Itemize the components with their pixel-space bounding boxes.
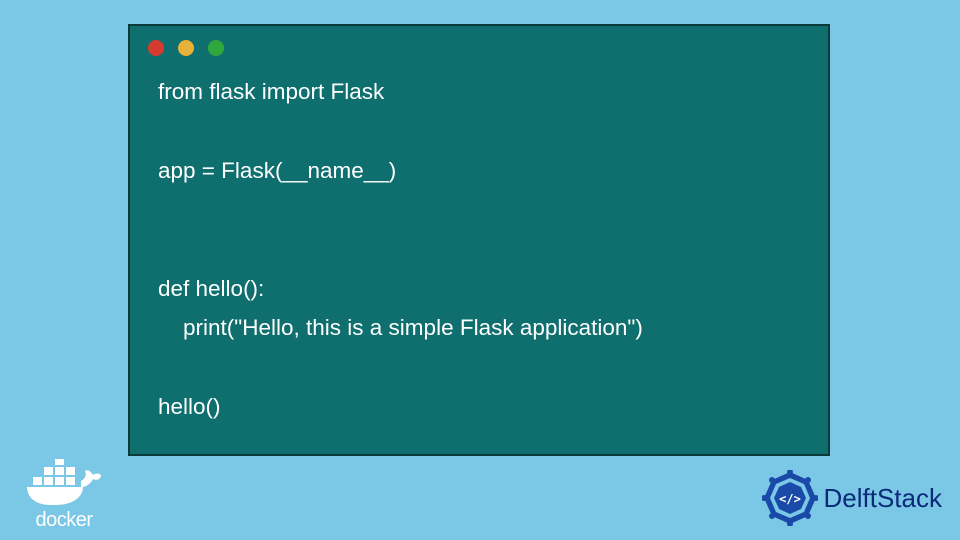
close-icon [148, 40, 164, 56]
window-traffic-lights [130, 26, 828, 62]
docker-logo: docker [14, 459, 114, 532]
svg-text:</>: </> [779, 492, 801, 506]
delftstack-logo: </> DelftStack [762, 470, 943, 526]
maximize-icon [208, 40, 224, 56]
code-window: from flask import Flask app = Flask(__na… [128, 24, 830, 456]
delftstack-badge-icon: </> [762, 470, 818, 526]
docker-whale-icon [25, 459, 103, 507]
delftstack-label: DelftStack [824, 483, 943, 514]
docker-label: docker [14, 509, 114, 532]
minimize-icon [178, 40, 194, 56]
code-content: from flask import Flask app = Flask(__na… [130, 62, 828, 446]
